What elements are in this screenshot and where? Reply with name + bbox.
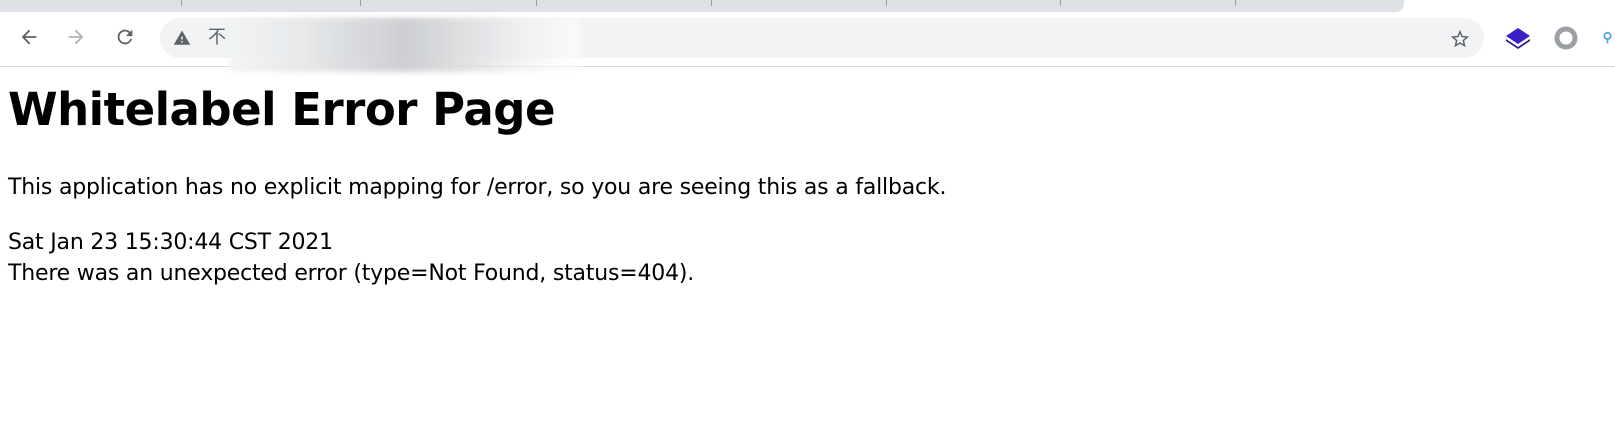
back-button[interactable] [12,20,46,54]
tab-strip-background [0,0,1404,12]
forward-button[interactable] [59,20,93,54]
tab-separator [711,0,712,6]
forward-arrow-icon [68,29,84,45]
tab-separator [1235,0,1236,6]
tab-separator [360,0,361,6]
bookmark-star-icon[interactable] [1448,27,1472,51]
partial-extension-icon[interactable] [1600,24,1615,52]
error-message: This application has no explicit mapping… [8,175,947,200]
back-arrow-icon [21,29,37,45]
url-redaction [230,18,580,72]
address-bar[interactable]: 不 [160,18,1484,72]
page-title: Whitelabel Error Page [8,83,556,136]
browser-toolbar: 不 [0,12,1615,72]
reload-button[interactable] [108,20,142,54]
reload-icon [117,29,133,45]
tab-separator [886,0,887,6]
security-label: 不 [208,27,226,48]
ring-extension-icon[interactable] [1552,24,1580,52]
error-timestamp: Sat Jan 23 15:30:44 CST 2021 [8,230,333,255]
tab-separator [181,0,182,6]
layers-extension-icon[interactable] [1504,24,1532,52]
error-details: Sat Jan 23 15:30:44 CST 2021 There was a… [8,227,694,289]
tab-separator [536,0,537,6]
tab-strip [0,0,1615,12]
tab-separator [1060,0,1061,6]
not-secure-warning-icon[interactable] [172,28,192,48]
error-status: There was an unexpected error (type=Not … [8,261,695,286]
